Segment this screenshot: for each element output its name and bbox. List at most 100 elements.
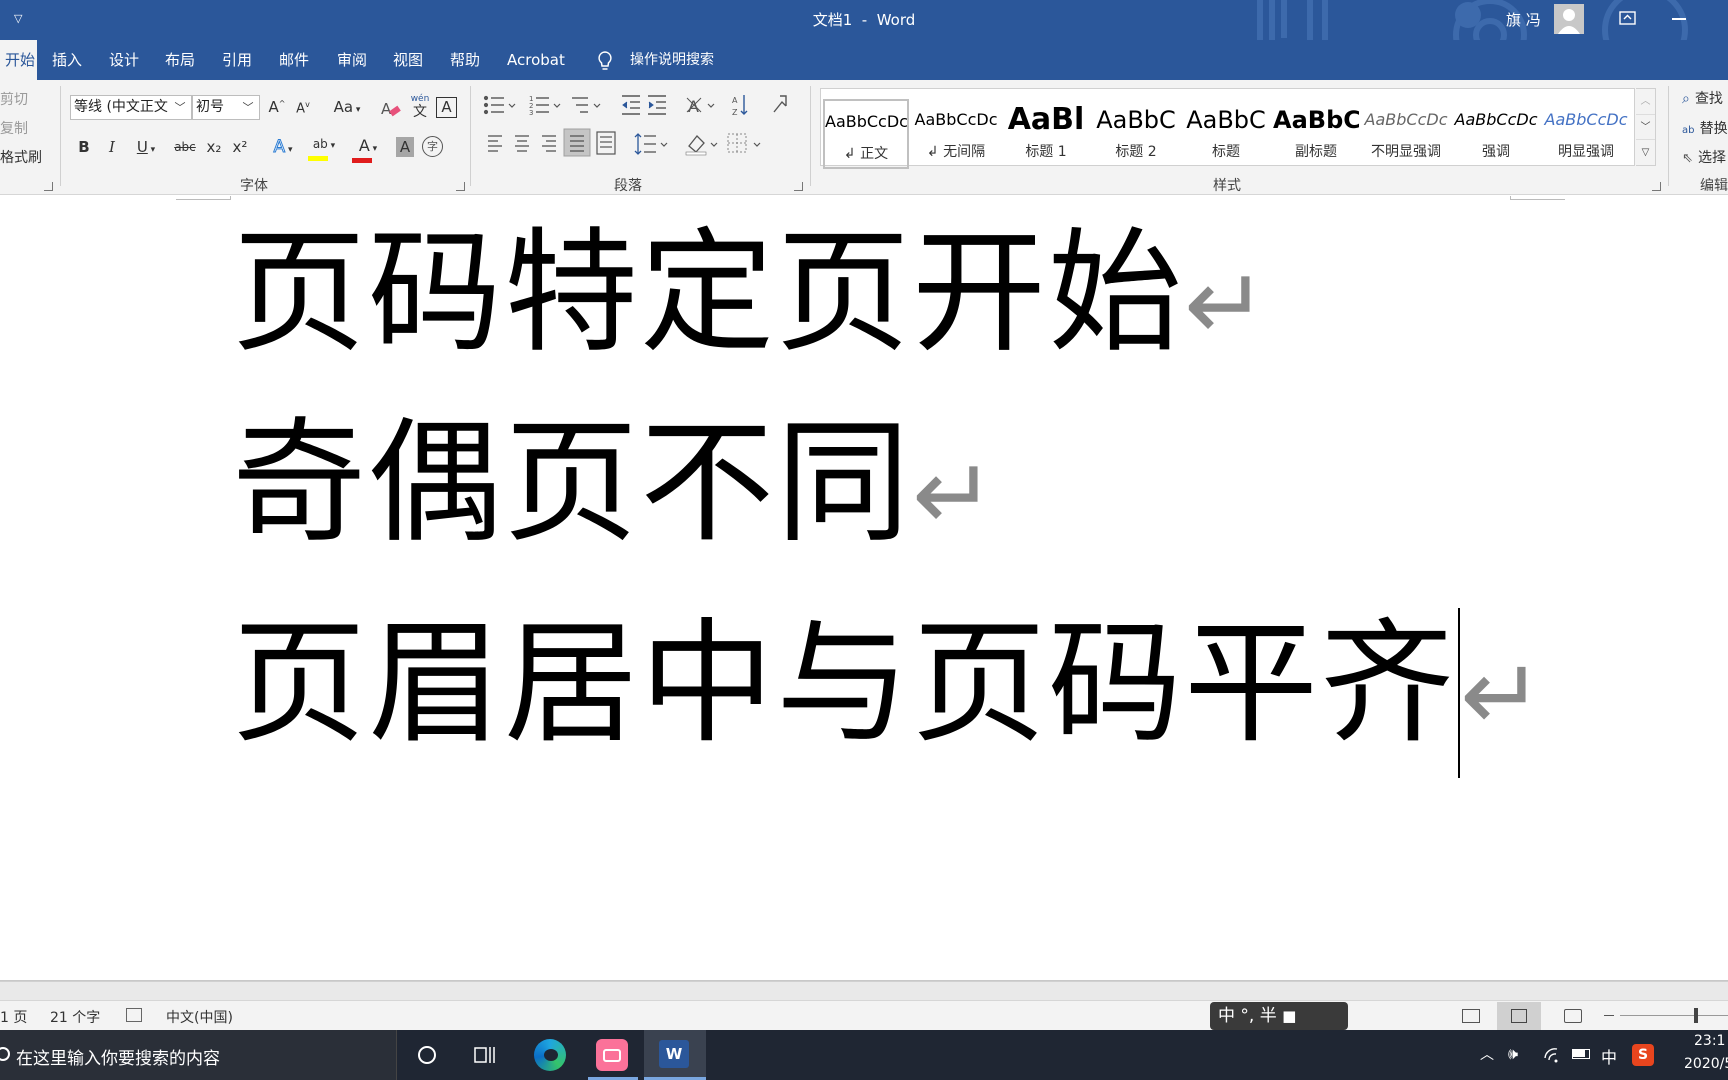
- user-name[interactable]: 旗 冯: [1506, 9, 1541, 30]
- wifi-icon[interactable]: [1544, 1046, 1562, 1064]
- superscript-button[interactable]: x²: [230, 138, 250, 156]
- text-cursor: [1458, 608, 1461, 778]
- edge-browser-icon[interactable]: [534, 1039, 566, 1071]
- cortana-icon[interactable]: [418, 1046, 436, 1064]
- read-mode-icon[interactable]: [1462, 1009, 1480, 1023]
- font-size-combo[interactable]: 初号 ﹀: [192, 95, 260, 120]
- paragraph-dialog-launcher[interactable]: [794, 182, 803, 191]
- strikethrough-button[interactable]: abc: [172, 140, 198, 154]
- task-view-icon[interactable]: [474, 1045, 498, 1065]
- font-color-button[interactable]: A ▾: [350, 136, 386, 163]
- svg-text:A: A: [381, 100, 392, 118]
- avatar[interactable]: [1554, 4, 1584, 34]
- document-line[interactable]: 页码特定页开始↵: [232, 226, 1270, 360]
- character-border-icon[interactable]: A: [436, 97, 457, 118]
- style-title[interactable]: AaBbC 标题: [1183, 99, 1269, 169]
- styles-group-label: 样式: [1213, 178, 1241, 194]
- shrink-font-button[interactable]: Av: [294, 100, 312, 116]
- document-area[interactable]: 页码特定页开始↵ 奇偶页不同↵ 页眉居中与页码平齐↵: [0, 196, 1728, 981]
- chevron-down-icon[interactable]: ﹀: [1636, 114, 1655, 139]
- format-painter-button[interactable]: 格式刷: [0, 147, 42, 167]
- tell-me-search[interactable]: 操作说明搜索: [630, 40, 714, 80]
- web-layout-icon[interactable]: [1564, 1009, 1582, 1023]
- italic-button[interactable]: I: [104, 138, 120, 156]
- tab-help[interactable]: 帮助: [450, 40, 480, 80]
- ime-toolbar[interactable]: 中 °, 半 ■: [1210, 1002, 1348, 1030]
- ribbon-display-options-icon[interactable]: [1618, 10, 1638, 26]
- tab-home[interactable]: 开始: [0, 40, 37, 80]
- zoom-out-icon[interactable]: [1604, 1015, 1614, 1016]
- search-icon: ⌕: [1682, 91, 1690, 107]
- language[interactable]: 中文(中国): [166, 1007, 233, 1027]
- word-taskbar-button[interactable]: W: [644, 1030, 706, 1080]
- lightbulb-icon[interactable]: [597, 50, 613, 72]
- character-shading-icon[interactable]: A: [396, 137, 414, 157]
- svg-text:3: 3: [529, 109, 533, 117]
- tab-acrobat[interactable]: Acrobat: [507, 40, 565, 80]
- svg-text:A: A: [688, 97, 699, 116]
- word-count[interactable]: 21 个字: [50, 1007, 100, 1027]
- group-divider: [470, 86, 471, 186]
- more-styles-icon[interactable]: ▽: [1636, 139, 1655, 165]
- document-line[interactable]: 奇偶页不同↵: [232, 416, 998, 550]
- volume-icon[interactable]: 🕪: [1508, 1044, 1518, 1064]
- battery-icon[interactable]: [1572, 1049, 1590, 1059]
- underline-button[interactable]: U ▾: [132, 138, 160, 156]
- styles-dialog-launcher[interactable]: [1652, 182, 1661, 191]
- style-emphasis[interactable]: AaBbCcDc 强调: [1453, 99, 1539, 169]
- line-spacing-icon: [634, 133, 656, 155]
- ime-indicator[interactable]: 中: [1601, 1044, 1617, 1068]
- page-count[interactable]: 1 页: [0, 1007, 27, 1027]
- text-effects-button[interactable]: A ▾: [268, 137, 298, 158]
- proofing-icon[interactable]: [126, 1008, 142, 1022]
- document-line[interactable]: 页眉居中与页码平齐↵: [232, 608, 1546, 778]
- zoom-slider[interactable]: [1620, 1015, 1728, 1016]
- tab-view[interactable]: 视图: [393, 40, 423, 80]
- style-heading-1[interactable]: AaBl 标题 1: [1003, 99, 1089, 169]
- font-dialog-launcher[interactable]: [456, 182, 465, 191]
- tab-design[interactable]: 设计: [109, 40, 139, 80]
- highlight-color-button[interactable]: ab ▾: [306, 134, 342, 161]
- grow-font-button[interactable]: A^: [268, 98, 286, 116]
- replace-button[interactable]: ab 替换: [1682, 118, 1728, 138]
- clipboard-dialog-launcher[interactable]: [44, 182, 53, 191]
- style-normal[interactable]: AaBbCcDc ↲ 正文: [823, 99, 909, 169]
- style-intense-emphasis[interactable]: AaBbCcDc 明显强调: [1543, 99, 1629, 169]
- style-heading-2[interactable]: AaBbC 标题 2: [1093, 99, 1179, 169]
- change-case-button[interactable]: Aa ▾: [330, 98, 364, 116]
- sogou-ime-icon[interactable]: S: [1632, 1044, 1654, 1066]
- copy-button[interactable]: 复制: [0, 118, 28, 138]
- tab-layout[interactable]: 布局: [165, 40, 195, 80]
- style-no-spacing[interactable]: AaBbCcDc ↲ 无间隔: [913, 99, 999, 169]
- tab-review[interactable]: 审阅: [337, 40, 367, 80]
- bilibili-app-icon[interactable]: [596, 1039, 628, 1071]
- chevron-up-icon[interactable]: ︿: [1636, 89, 1655, 114]
- subscript-button[interactable]: x₂: [204, 138, 224, 156]
- find-button[interactable]: ⌕ 查找: [1682, 88, 1723, 108]
- cut-button[interactable]: 剪切: [0, 89, 28, 109]
- zoom-thumb[interactable]: [1694, 1008, 1698, 1023]
- font-name-value: 等线 (中文正文: [74, 99, 168, 115]
- search-icon: [0, 1047, 10, 1061]
- clock-date[interactable]: 2020/5: [1684, 1056, 1728, 1072]
- clear-formatting-icon[interactable]: A: [380, 98, 402, 120]
- minimize-icon[interactable]: [1672, 18, 1686, 20]
- style-subtitle[interactable]: AaBbC 副标题: [1273, 99, 1359, 169]
- styles-gallery: AaBbCcDc ↲ 正文 AaBbCcDc ↲ 无间隔 AaBl 标题 1 A…: [820, 88, 1635, 169]
- tab-references[interactable]: 引用: [222, 40, 252, 80]
- chevron-down-icon[interactable]: ﹀: [239, 96, 257, 119]
- style-subtle-emphasis[interactable]: AaBbCcDc 不明显强调: [1363, 99, 1449, 169]
- horizontal-scrollbar[interactable]: [0, 981, 1728, 1000]
- chevron-down-icon[interactable]: ﹀: [171, 96, 189, 119]
- print-layout-icon[interactable]: [1497, 1002, 1541, 1030]
- tab-mailings[interactable]: 邮件: [279, 40, 309, 80]
- phonetic-guide-icon[interactable]: wén 文: [410, 94, 430, 120]
- font-name-combo[interactable]: 等线 (中文正文 ﹀: [70, 95, 192, 120]
- tab-insert[interactable]: 插入: [52, 40, 82, 80]
- chevron-up-icon[interactable]: ︿: [1480, 1044, 1494, 1064]
- taskbar-search[interactable]: 在这里输入你要搜索的内容: [0, 1030, 397, 1080]
- clock-time[interactable]: 23:1: [1694, 1033, 1725, 1049]
- select-button[interactable]: ⇖ 选择: [1682, 147, 1726, 167]
- enclose-characters-icon[interactable]: 字: [422, 136, 443, 157]
- bold-button[interactable]: B: [76, 138, 92, 156]
